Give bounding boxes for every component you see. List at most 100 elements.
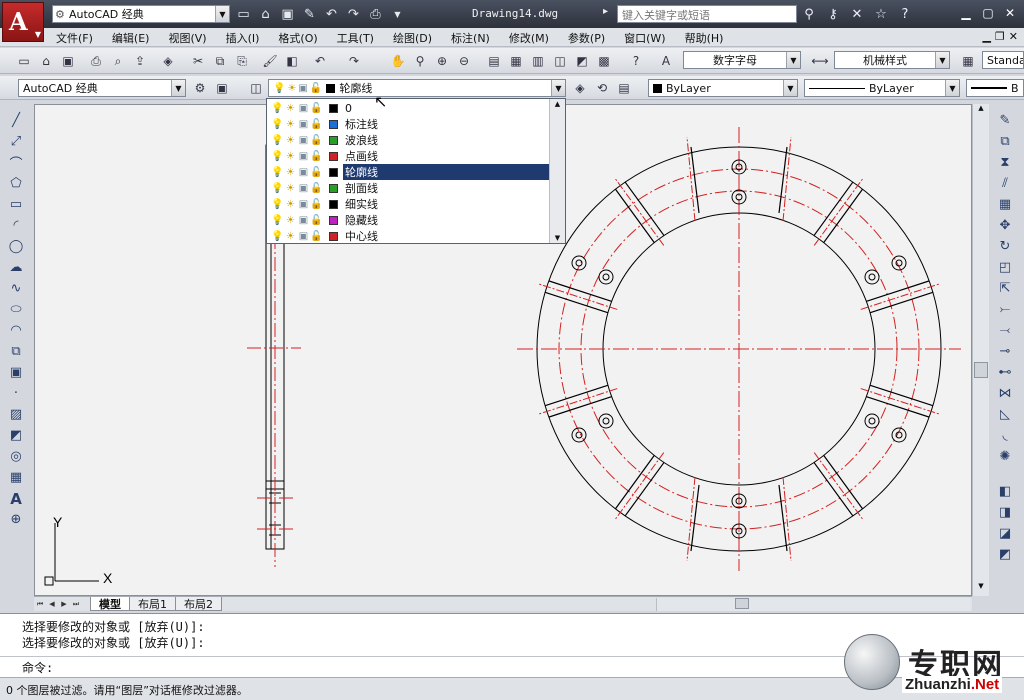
stretch-icon[interactable]: ⇱ — [993, 278, 1017, 299]
chevron-right-icon[interactable]: ▸ — [603, 6, 608, 17]
table-icon[interactable]: ▦ — [4, 467, 28, 488]
workspace-settings-icon[interactable]: ⚙ — [190, 78, 210, 98]
layer-previous-icon[interactable]: ⟲ — [592, 78, 612, 98]
first-tab-icon[interactable]: ⏮ — [34, 598, 46, 611]
erase-icon[interactable]: ✎ — [993, 110, 1017, 131]
rotate-icon[interactable]: ↻ — [993, 236, 1017, 257]
layer-item[interactable]: 💡 ☀ ▣ 🔓 剖面线 — [271, 180, 549, 196]
text-style-icon[interactable]: A — [656, 51, 676, 71]
table-style-combo[interactable]: Standa — [982, 51, 1024, 69]
scroll-down-icon[interactable]: ▼ — [550, 234, 565, 242]
bulb-icon[interactable]: 💡 — [271, 231, 284, 242]
undo-icon[interactable]: ↶ — [310, 51, 330, 71]
ellipse-icon[interactable]: ⬭ — [4, 299, 28, 320]
chevron-down-icon[interactable]: ▼ — [945, 80, 959, 96]
3d-dwf-icon[interactable]: ◈ — [158, 51, 178, 71]
viewport-freeze-icon[interactable]: ▣ — [297, 167, 310, 178]
publish-icon[interactable]: ⇪ — [130, 51, 150, 71]
minimize-icon[interactable]: ▁ — [956, 4, 976, 22]
help-search-input[interactable]: 键入关键字或短语 — [617, 5, 797, 23]
chevron-down-icon[interactable]: ▼ — [935, 52, 949, 68]
chevron-down-icon[interactable]: ▼ — [388, 5, 407, 23]
explode-icon[interactable]: ✺ — [993, 446, 1017, 467]
design-center-icon[interactable]: ▦ — [506, 51, 526, 71]
tab-model[interactable]: 模型 — [90, 597, 130, 611]
chamfer-icon[interactable]: ◺ — [993, 404, 1017, 425]
scroll-up-icon[interactable]: ▲ — [973, 104, 989, 118]
array-icon[interactable]: ▦ — [993, 194, 1017, 215]
viewport-freeze-icon[interactable]: ▣ — [297, 199, 310, 210]
dim-style-icon[interactable]: ⟷ — [810, 51, 830, 71]
scroll-up-icon[interactable]: ▲ — [550, 100, 565, 108]
plot-preview-icon[interactable]: ⌕ — [108, 51, 128, 71]
spline-icon[interactable]: ∿ — [4, 278, 28, 299]
horizontal-scrollbar[interactable] — [656, 598, 970, 611]
sun-icon[interactable]: ☀ — [284, 199, 297, 210]
join-icon[interactable]: ⋈ — [993, 383, 1017, 404]
table-style-icon[interactable]: ▦ — [958, 51, 978, 71]
markup-icon[interactable]: ◩ — [572, 51, 592, 71]
dim-style-combo[interactable]: 机械样式 ▼ — [834, 51, 950, 69]
minimize-icon[interactable]: ▁ — [982, 30, 990, 43]
polyline-icon[interactable]: ⌒ — [4, 152, 28, 173]
layer-item[interactable]: 💡 ☀ ▣ 🔓 点画线 — [271, 148, 549, 164]
unlock-icon[interactable]: 🔓 — [310, 135, 323, 146]
next-tab-icon[interactable]: ▶ — [58, 598, 70, 611]
close-icon[interactable]: ✕ — [1009, 30, 1018, 43]
bulb-icon[interactable]: 💡 — [271, 183, 284, 194]
match-properties-icon[interactable]: 🖌 — [260, 51, 280, 71]
save-icon[interactable]: ▣ — [278, 5, 297, 23]
paste-icon[interactable]: ⎘ — [232, 51, 252, 71]
sun-icon[interactable]: ☀ — [284, 215, 297, 226]
layer-combo[interactable]: 💡 ☀ ▣ 🔓 轮廓线 ▼ — [268, 79, 566, 97]
insert-block-icon[interactable]: ⧉ — [4, 341, 28, 362]
open-folder-icon[interactable]: ⌂ — [256, 5, 275, 23]
open-folder-icon[interactable]: ⌂ — [36, 51, 56, 71]
star-icon[interactable]: ☆ — [872, 5, 890, 23]
scale-icon[interactable]: ◰ — [993, 257, 1017, 278]
chevron-down-icon[interactable]: ▼ — [786, 52, 800, 68]
copy-icon[interactable]: ⧉ — [210, 51, 230, 71]
draworder-front-icon[interactable]: ◧ — [993, 481, 1017, 502]
color-combo[interactable]: ByLayer ▼ — [648, 79, 798, 97]
cut-icon[interactable]: ✂ — [188, 51, 208, 71]
menu-tools[interactable]: 工具(T) — [337, 30, 374, 46]
layer-state-icon[interactable]: ▤ — [614, 78, 634, 98]
tool-palettes-icon[interactable]: ▥ — [528, 51, 548, 71]
copy-object-icon[interactable]: ⧉ — [993, 131, 1017, 152]
plot-icon[interactable]: ⎙ — [86, 51, 106, 71]
exchange-icon[interactable]: ✕ — [848, 5, 866, 23]
extend-icon[interactable]: ⤙ — [993, 320, 1017, 341]
sun-icon[interactable]: ☀ — [284, 167, 297, 178]
restore-icon[interactable]: ❐ — [995, 30, 1005, 43]
sun-icon[interactable]: ☀ — [284, 151, 297, 162]
menu-insert[interactable]: 插入(I) — [226, 30, 260, 46]
zoom-window-icon[interactable]: ⊕ — [432, 51, 452, 71]
layer-item[interactable]: 💡 ☀ ▣ 🔓 细实线 — [271, 196, 549, 212]
unlock-icon[interactable]: 🔓 — [310, 183, 323, 194]
layer-item-selected[interactable]: 💡 ☀ ▣ 🔓 轮廓线 — [271, 164, 549, 180]
properties-icon[interactable]: ▤ — [484, 51, 504, 71]
menu-dimension[interactable]: 标注(N) — [451, 30, 490, 46]
chevron-down-icon[interactable]: ▼ — [171, 80, 185, 96]
close-icon[interactable]: ✕ — [1000, 4, 1020, 22]
redo-icon[interactable]: ↷ — [344, 51, 364, 71]
construction-line-icon[interactable]: ⤢ — [4, 131, 28, 152]
menu-file[interactable]: 文件(F) — [56, 30, 93, 46]
viewport-freeze-icon[interactable]: ▣ — [297, 215, 310, 226]
vertical-scrollbar[interactable]: ▲ ▼ — [972, 104, 989, 596]
save-icon[interactable]: ▣ — [58, 51, 78, 71]
bulb-icon[interactable]: 💡 — [271, 119, 284, 130]
key-icon[interactable]: ⚷ — [824, 5, 842, 23]
unlock-icon[interactable]: 🔓 — [310, 167, 323, 178]
point-icon[interactable]: · — [4, 383, 28, 404]
pan-icon[interactable]: ✋ — [388, 51, 408, 71]
help-icon[interactable]: ? — [896, 5, 914, 23]
line-icon[interactable]: ╱ — [4, 110, 28, 131]
revision-cloud-icon[interactable]: ☁ — [4, 257, 28, 278]
zoom-previous-icon[interactable]: ⊖ — [454, 51, 474, 71]
last-tab-icon[interactable]: ⏭ — [70, 598, 82, 611]
print-icon[interactable]: ⎙ — [366, 5, 385, 23]
make-block-icon[interactable]: ▣ — [4, 362, 28, 383]
viewport-freeze-icon[interactable]: ▣ — [297, 183, 310, 194]
